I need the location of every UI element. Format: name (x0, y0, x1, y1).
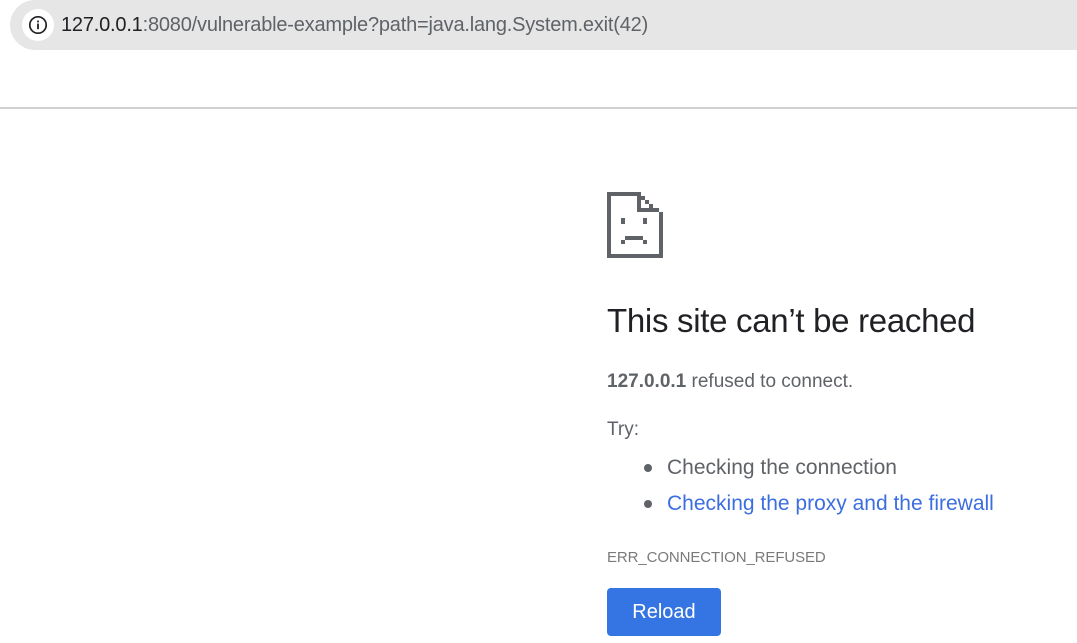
error-message-suffix: refused to connect. (686, 371, 854, 392)
toolbar-divider (0, 107, 1077, 109)
error-heading: This site can’t be reached (607, 302, 976, 339)
error-code: ERR_CONNECTION_REFUSED (607, 549, 826, 566)
sad-document-icon (607, 192, 663, 263)
url-host: 127.0.0.1 (61, 14, 143, 36)
error-host: 127.0.0.1 (607, 371, 687, 392)
suggestion-check-connection: Checking the connection (607, 450, 994, 486)
browser-window: 127.0.0.1:8080/vulnerable-example?path=j… (0, 0, 1077, 643)
try-label: Try: (607, 419, 640, 440)
suggestion-check-proxy-firewall-link[interactable]: Checking the proxy and the firewall (607, 486, 994, 522)
reload-button[interactable]: Reload (607, 588, 721, 636)
url-path: :8080/vulnerable-example?path=java.lang.… (142, 14, 649, 36)
error-message: 127.0.0.1 refused to connect. (607, 370, 853, 394)
suggestions-list: Checking the connection Checking the pro… (607, 450, 994, 522)
address-bar[interactable]: 127.0.0.1:8080/vulnerable-example?path=j… (10, 0, 1077, 50)
info-icon[interactable] (22, 9, 54, 41)
url-text[interactable]: 127.0.0.1:8080/vulnerable-example?path=j… (61, 13, 648, 37)
